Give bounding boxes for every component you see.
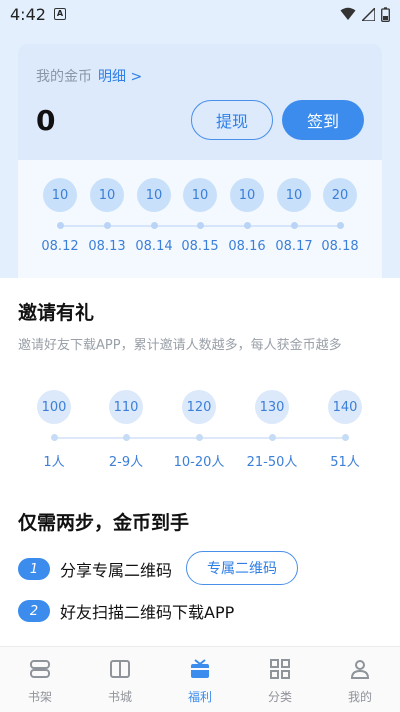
signin-button[interactable]: 签到 xyxy=(282,100,364,140)
step-item: 1 分享专属二维码 xyxy=(18,557,172,581)
tier-coin-bubble: 140 xyxy=(328,390,362,424)
invite-tier: 100 1人 xyxy=(19,390,89,470)
signal-icon xyxy=(362,7,375,21)
qr-code-button[interactable]: 专属二维码 xyxy=(186,551,298,585)
signin-day: 10 08.15 xyxy=(177,178,223,254)
nav-item-mine[interactable]: 我的 xyxy=(320,647,400,712)
tier-coin-bubble: 120 xyxy=(182,390,216,424)
tier-dot xyxy=(268,434,276,441)
day-dot xyxy=(150,222,158,229)
gift-icon xyxy=(191,659,209,678)
notification-badge: A xyxy=(53,8,66,20)
day-dot xyxy=(56,222,64,229)
day-dot xyxy=(103,222,111,229)
invite-tier: 140 51人 xyxy=(310,390,380,470)
invite-subtitle: 邀请好友下载APP，累计邀请人数越多，每人获金币越多 xyxy=(18,338,342,353)
invite-tiers: 100 1人 110 2-9人 120 10-20人 130 21-50人 14… xyxy=(0,390,400,480)
nav-item-welfare[interactable]: 福利 xyxy=(160,647,240,712)
step-text: 分享专属二维码 xyxy=(60,561,173,580)
tier-label: 10-20人 xyxy=(173,455,225,470)
signin-day: 10 08.17 xyxy=(271,178,317,254)
signin-day: 10 08.12 xyxy=(37,178,83,254)
day-date: 08.17 xyxy=(275,239,313,254)
tier-label: 21-50人 xyxy=(246,455,298,470)
nav-item-bookshelf[interactable]: 书架 xyxy=(0,647,80,712)
person-icon xyxy=(350,660,370,679)
status-time: 4:42 xyxy=(10,4,46,24)
day-coin-bubble: 10 xyxy=(137,178,171,212)
invite-tier: 110 2-9人 xyxy=(91,390,161,470)
tier-label: 51人 xyxy=(330,455,360,470)
coin-title: 我的金币 明细 > xyxy=(36,66,142,86)
tier-label: 2-9人 xyxy=(108,455,144,470)
nav-label: 分类 xyxy=(267,690,292,704)
step-number: 2 xyxy=(18,600,50,622)
invite-tier: 120 10-20人 xyxy=(164,390,234,470)
signin-day: 20 08.18 xyxy=(317,178,363,254)
day-date: 08.15 xyxy=(181,239,219,254)
steps-title: 仅需两步，金币到手 xyxy=(18,512,190,534)
tier-dot xyxy=(341,434,349,441)
signin-calendar: 10 08.12 10 08.13 10 08.14 10 08.15 10 0… xyxy=(18,178,382,268)
day-coin-bubble: 10 xyxy=(277,178,311,212)
signin-day: 10 08.14 xyxy=(131,178,177,254)
day-dot xyxy=(290,222,298,229)
grid-icon xyxy=(270,659,290,679)
day-date: 08.12 xyxy=(41,239,79,254)
tier-dot xyxy=(50,434,58,441)
day-dot xyxy=(336,222,344,229)
coin-card: 我的金币 明细 > 0 提现 签到 10 08.12 10 08.13 10 08… xyxy=(18,44,382,278)
invite-tier: 130 21-50人 xyxy=(237,390,307,470)
day-coin-bubble: 20 xyxy=(323,178,357,212)
step-item: 2 好友扫描二维码下载APP xyxy=(18,599,234,623)
nav-label: 福利 xyxy=(187,690,212,704)
signin-day: 10 08.16 xyxy=(224,178,270,254)
wifi-icon xyxy=(340,7,356,20)
step-number: 1 xyxy=(18,558,50,580)
nav-label: 书城 xyxy=(107,690,132,704)
bookshelf-icon xyxy=(30,660,50,678)
bottom-nav: 书架 书城 福利 分类 我的 xyxy=(0,646,400,712)
day-date: 08.18 xyxy=(321,239,359,254)
day-date: 08.16 xyxy=(228,239,266,254)
day-coin-bubble: 10 xyxy=(230,178,264,212)
day-coin-bubble: 10 xyxy=(43,178,77,212)
tier-dot xyxy=(195,434,203,441)
nav-item-category[interactable]: 分类 xyxy=(240,647,320,712)
step-text: 好友扫描二维码下载APP xyxy=(60,603,235,622)
battery-icon xyxy=(381,6,390,22)
tier-coin-bubble: 100 xyxy=(37,390,71,424)
day-date: 08.13 xyxy=(88,239,126,254)
day-dot xyxy=(243,222,251,229)
tier-coin-bubble: 110 xyxy=(109,390,143,424)
tier-label: 1人 xyxy=(43,455,65,470)
day-coin-bubble: 10 xyxy=(183,178,217,212)
nav-label: 书架 xyxy=(27,690,52,704)
detail-link[interactable]: 明细 > xyxy=(98,69,142,85)
withdraw-button[interactable]: 提现 xyxy=(191,100,273,140)
day-dot xyxy=(196,222,204,229)
signin-day: 10 08.13 xyxy=(84,178,130,254)
tier-dot xyxy=(122,434,130,441)
status-bar: 4:42 A xyxy=(0,0,400,28)
day-date: 08.14 xyxy=(135,239,173,254)
coin-title-label: 我的金币 xyxy=(36,69,92,85)
day-coin-bubble: 10 xyxy=(90,178,124,212)
nav-item-bookstore[interactable]: 书城 xyxy=(80,647,160,712)
nav-label: 我的 xyxy=(347,690,372,704)
coin-amount: 0 xyxy=(36,104,56,137)
book-icon xyxy=(110,660,130,678)
tier-coin-bubble: 130 xyxy=(255,390,289,424)
invite-title: 邀请有礼 xyxy=(18,302,95,324)
